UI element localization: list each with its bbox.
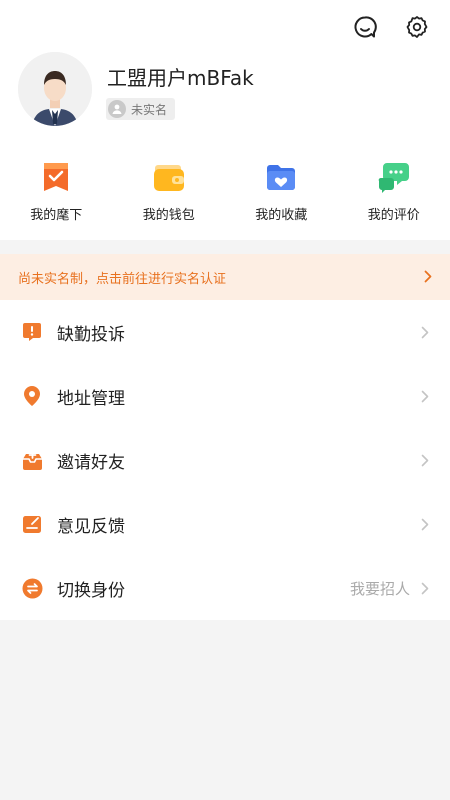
switch-identity-icon [21, 577, 43, 599]
quick-link-reviews[interactable]: 我的评价 [338, 160, 450, 223]
menu-item-label: 邀请好友 [57, 452, 125, 473]
notice-text: 尚未实名制，点击前往进行实名认证 [18, 271, 227, 287]
menu-item-absence-complaint[interactable]: 缺勤投诉 [0, 300, 450, 364]
wallet-icon [152, 160, 186, 194]
team-flag-icon [39, 160, 73, 194]
favorites-folder-icon [264, 160, 298, 194]
verification-status-badge[interactable]: 未实名 [106, 98, 176, 120]
quick-link-label: 我的麾下 [30, 208, 83, 223]
settings-menu: 缺勤投诉 地址管理 邀请好友 意见反馈 切换身份 我要招人 [0, 300, 450, 620]
avatar[interactable] [18, 52, 92, 126]
chevron-right-icon [420, 517, 430, 531]
complaint-icon [21, 321, 43, 343]
chevron-right-icon [424, 268, 432, 287]
menu-item-label: 意见反馈 [57, 516, 125, 537]
quick-link-favorites[interactable]: 我的收藏 [225, 160, 338, 223]
user-silhouette-icon [108, 100, 126, 118]
menu-item-address-management[interactable]: 地址管理 [0, 364, 450, 428]
invite-icon [21, 449, 43, 471]
feedback-edit-icon [21, 513, 43, 535]
quick-links: 我的麾下 我的钱包 我的收藏 我的评价 [0, 160, 450, 223]
verification-status-text: 未实名 [131, 102, 168, 117]
profile-header: 工盟用户mBFak 未实名 我的麾下 我的钱包 我的收藏 我的评价 [0, 0, 450, 240]
settings-gear-icon[interactable] [404, 14, 430, 40]
chevron-right-icon [420, 453, 430, 467]
menu-item-switch-identity[interactable]: 切换身份 我要招人 [0, 556, 450, 620]
review-chat-icon [377, 160, 411, 194]
quick-link-team[interactable]: 我的麾下 [0, 160, 113, 223]
menu-item-label: 缺勤投诉 [57, 324, 125, 345]
menu-item-invite-friends[interactable]: 邀请好友 [0, 428, 450, 492]
chevron-right-icon [420, 325, 430, 339]
quick-link-label: 我的收藏 [255, 208, 308, 223]
top-actions [352, 14, 430, 40]
quick-link-label: 我的钱包 [142, 208, 195, 223]
menu-item-hint: 我要招人 [349, 579, 410, 598]
location-pin-icon [21, 385, 43, 407]
verification-notice-banner[interactable]: 尚未实名制，点击前往进行实名认证 [0, 254, 450, 300]
menu-item-feedback[interactable]: 意见反馈 [0, 492, 450, 556]
chevron-right-icon [420, 581, 430, 595]
message-icon[interactable] [352, 14, 378, 40]
menu-item-label: 地址管理 [57, 388, 125, 409]
username: 工盟用户mBFak [107, 66, 254, 90]
quick-link-label: 我的评价 [367, 208, 420, 223]
menu-item-label: 切换身份 [57, 580, 125, 601]
quick-link-wallet[interactable]: 我的钱包 [113, 160, 226, 223]
chevron-right-icon [420, 389, 430, 403]
